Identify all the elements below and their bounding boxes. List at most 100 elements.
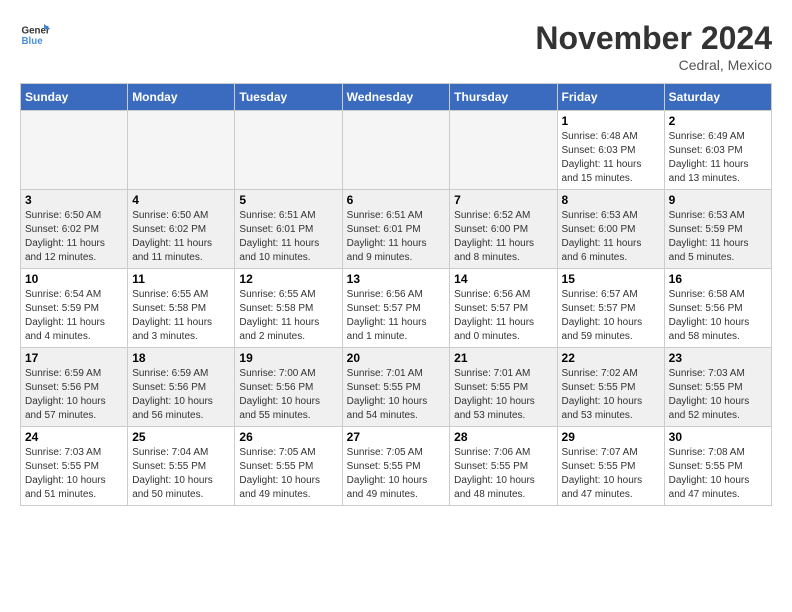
calendar-week-row: 3 Sunrise: 6:50 AM Sunset: 6:02 PM Daylig… bbox=[21, 190, 772, 269]
calendar-week-row: 10 Sunrise: 6:54 AM Sunset: 5:59 PM Dayli… bbox=[21, 269, 772, 348]
day-info: Sunrise: 7:03 AM Sunset: 5:55 PM Dayligh… bbox=[25, 446, 123, 502]
logo-icon: General Blue bbox=[20, 20, 50, 50]
day-info: Sunrise: 6:59 AM Sunset: 5:56 PM Dayligh… bbox=[25, 367, 123, 423]
calendar-cell: 21Sunrise: 7:01 AM Sunset: 5:55 PM Dayli… bbox=[450, 348, 557, 427]
day-header-friday: Friday bbox=[557, 84, 664, 111]
calendar-cell bbox=[128, 111, 235, 190]
calendar-cell: 27 Sunrise: 7:05 AM Sunset: 5:55 PM Dayli… bbox=[342, 427, 450, 506]
day-header-thursday: Thursday bbox=[450, 84, 557, 111]
calendar-cell: 26 Sunrise: 7:05 AM Sunset: 5:55 PM Dayli… bbox=[235, 427, 342, 506]
calendar-cell: 15 Sunrise: 6:57 AM Sunset: 5:57 PM Dayli… bbox=[557, 269, 664, 348]
day-number: 11 bbox=[132, 272, 230, 286]
day-number: 19 bbox=[239, 351, 337, 365]
day-number: 28 bbox=[454, 430, 552, 444]
calendar-cell bbox=[235, 111, 342, 190]
calendar-cell: 22 Sunrise: 7:02 AM Sunset: 5:55 PM Dayli… bbox=[557, 348, 664, 427]
day-number: 27 bbox=[347, 430, 446, 444]
day-info: Sunrise: 7:02 AM Sunset: 5:55 PM Dayligh… bbox=[562, 367, 660, 423]
day-number: 10 bbox=[25, 272, 123, 286]
calendar-cell: 9Sunrise: 6:53 AM Sunset: 5:59 PM Daylig… bbox=[664, 190, 771, 269]
day-number: 4 bbox=[132, 193, 230, 207]
day-number: 25 bbox=[132, 430, 230, 444]
calendar-cell: 17 Sunrise: 6:59 AM Sunset: 5:56 PM Dayli… bbox=[21, 348, 128, 427]
day-number: 20 bbox=[347, 351, 446, 365]
day-info: Sunrise: 6:48 AM Sunset: 6:03 PM Dayligh… bbox=[562, 130, 660, 186]
day-number: 23 bbox=[669, 351, 767, 365]
calendar-cell bbox=[342, 111, 450, 190]
calendar-cell: 6Sunrise: 6:51 AM Sunset: 6:01 PM Daylig… bbox=[342, 190, 450, 269]
calendar-cell: 25Sunrise: 7:04 AM Sunset: 5:55 PM Dayli… bbox=[128, 427, 235, 506]
day-info: Sunrise: 6:57 AM Sunset: 5:57 PM Dayligh… bbox=[562, 288, 660, 344]
day-info: Sunrise: 6:49 AM Sunset: 6:03 PM Dayligh… bbox=[669, 130, 767, 186]
calendar-cell: 28 Sunrise: 7:06 AM Sunset: 5:55 PM Dayli… bbox=[450, 427, 557, 506]
day-info: Sunrise: 6:59 AM Sunset: 5:56 PM Dayligh… bbox=[132, 367, 230, 423]
day-info: Sunrise: 6:53 AM Sunset: 5:59 PM Dayligh… bbox=[669, 209, 767, 265]
calendar-cell: 8 Sunrise: 6:53 AM Sunset: 6:00 PM Daylig… bbox=[557, 190, 664, 269]
day-info: Sunrise: 6:54 AM Sunset: 5:59 PM Dayligh… bbox=[25, 288, 123, 344]
calendar-cell: 5Sunrise: 6:51 AM Sunset: 6:01 PM Daylig… bbox=[235, 190, 342, 269]
day-number: 21 bbox=[454, 351, 552, 365]
day-number: 22 bbox=[562, 351, 660, 365]
calendar-cell: 2 Sunrise: 6:49 AM Sunset: 6:03 PM Daylig… bbox=[664, 111, 771, 190]
calendar-cell: 29Sunrise: 7:07 AM Sunset: 5:55 PM Dayli… bbox=[557, 427, 664, 506]
day-number: 16 bbox=[669, 272, 767, 286]
calendar-cell: 4 Sunrise: 6:50 AM Sunset: 6:02 PM Daylig… bbox=[128, 190, 235, 269]
calendar-cell: 24 Sunrise: 7:03 AM Sunset: 5:55 PM Dayli… bbox=[21, 427, 128, 506]
calendar-cell: 30 Sunrise: 7:08 AM Sunset: 5:55 PM Dayli… bbox=[664, 427, 771, 506]
day-number: 13 bbox=[347, 272, 446, 286]
day-number: 1 bbox=[562, 114, 660, 128]
location: Cedral, Mexico bbox=[535, 57, 772, 73]
day-number: 26 bbox=[239, 430, 337, 444]
calendar-week-row: 1 Sunrise: 6:48 AM Sunset: 6:03 PM Daylig… bbox=[21, 111, 772, 190]
day-info: Sunrise: 6:50 AM Sunset: 6:02 PM Dayligh… bbox=[25, 209, 123, 265]
calendar-week-row: 24 Sunrise: 7:03 AM Sunset: 5:55 PM Dayli… bbox=[21, 427, 772, 506]
day-info: Sunrise: 6:53 AM Sunset: 6:00 PM Dayligh… bbox=[562, 209, 660, 265]
day-number: 15 bbox=[562, 272, 660, 286]
day-info: Sunrise: 6:56 AM Sunset: 5:57 PM Dayligh… bbox=[347, 288, 446, 344]
day-number: 18 bbox=[132, 351, 230, 365]
day-number: 7 bbox=[454, 193, 552, 207]
calendar-cell: 18 Sunrise: 6:59 AM Sunset: 5:56 PM Dayli… bbox=[128, 348, 235, 427]
calendar-cell: 14Sunrise: 6:56 AM Sunset: 5:57 PM Dayli… bbox=[450, 269, 557, 348]
calendar-cell: 7 Sunrise: 6:52 AM Sunset: 6:00 PM Daylig… bbox=[450, 190, 557, 269]
day-header-wednesday: Wednesday bbox=[342, 84, 450, 111]
calendar-cell: 23Sunrise: 7:03 AM Sunset: 5:55 PM Dayli… bbox=[664, 348, 771, 427]
day-info: Sunrise: 7:08 AM Sunset: 5:55 PM Dayligh… bbox=[669, 446, 767, 502]
day-number: 6 bbox=[347, 193, 446, 207]
day-number: 29 bbox=[562, 430, 660, 444]
logo: General Blue bbox=[20, 20, 50, 50]
day-info: Sunrise: 7:01 AM Sunset: 5:55 PM Dayligh… bbox=[347, 367, 446, 423]
calendar-cell: 20 Sunrise: 7:01 AM Sunset: 5:55 PM Dayli… bbox=[342, 348, 450, 427]
day-info: Sunrise: 7:05 AM Sunset: 5:55 PM Dayligh… bbox=[347, 446, 446, 502]
calendar-cell bbox=[450, 111, 557, 190]
day-number: 12 bbox=[239, 272, 337, 286]
day-info: Sunrise: 6:52 AM Sunset: 6:00 PM Dayligh… bbox=[454, 209, 552, 265]
calendar-cell: 3 Sunrise: 6:50 AM Sunset: 6:02 PM Daylig… bbox=[21, 190, 128, 269]
day-info: Sunrise: 7:00 AM Sunset: 5:56 PM Dayligh… bbox=[239, 367, 337, 423]
month-title: November 2024 bbox=[535, 20, 772, 57]
page-header: General Blue November 2024 Cedral, Mexic… bbox=[20, 20, 772, 73]
day-info: Sunrise: 7:06 AM Sunset: 5:55 PM Dayligh… bbox=[454, 446, 552, 502]
day-number: 5 bbox=[239, 193, 337, 207]
day-info: Sunrise: 6:50 AM Sunset: 6:02 PM Dayligh… bbox=[132, 209, 230, 265]
calendar-cell: 11 Sunrise: 6:55 AM Sunset: 5:58 PM Dayli… bbox=[128, 269, 235, 348]
day-number: 30 bbox=[669, 430, 767, 444]
day-number: 8 bbox=[562, 193, 660, 207]
day-info: Sunrise: 7:05 AM Sunset: 5:55 PM Dayligh… bbox=[239, 446, 337, 502]
calendar-cell: 1 Sunrise: 6:48 AM Sunset: 6:03 PM Daylig… bbox=[557, 111, 664, 190]
day-number: 24 bbox=[25, 430, 123, 444]
day-number: 14 bbox=[454, 272, 552, 286]
calendar-cell: 10 Sunrise: 6:54 AM Sunset: 5:59 PM Dayli… bbox=[21, 269, 128, 348]
day-number: 3 bbox=[25, 193, 123, 207]
day-info: Sunrise: 6:58 AM Sunset: 5:56 PM Dayligh… bbox=[669, 288, 767, 344]
calendar-cell: 12Sunrise: 6:55 AM Sunset: 5:58 PM Dayli… bbox=[235, 269, 342, 348]
calendar-header-row: SundayMondayTuesdayWednesdayThursdayFrid… bbox=[21, 84, 772, 111]
calendar-cell: 19 Sunrise: 7:00 AM Sunset: 5:56 PM Dayli… bbox=[235, 348, 342, 427]
calendar-week-row: 17 Sunrise: 6:59 AM Sunset: 5:56 PM Dayli… bbox=[21, 348, 772, 427]
day-number: 17 bbox=[25, 351, 123, 365]
calendar-cell bbox=[21, 111, 128, 190]
title-block: November 2024 Cedral, Mexico bbox=[535, 20, 772, 73]
day-number: 2 bbox=[669, 114, 767, 128]
day-info: Sunrise: 6:55 AM Sunset: 5:58 PM Dayligh… bbox=[132, 288, 230, 344]
calendar-table: SundayMondayTuesdayWednesdayThursdayFrid… bbox=[20, 83, 772, 506]
